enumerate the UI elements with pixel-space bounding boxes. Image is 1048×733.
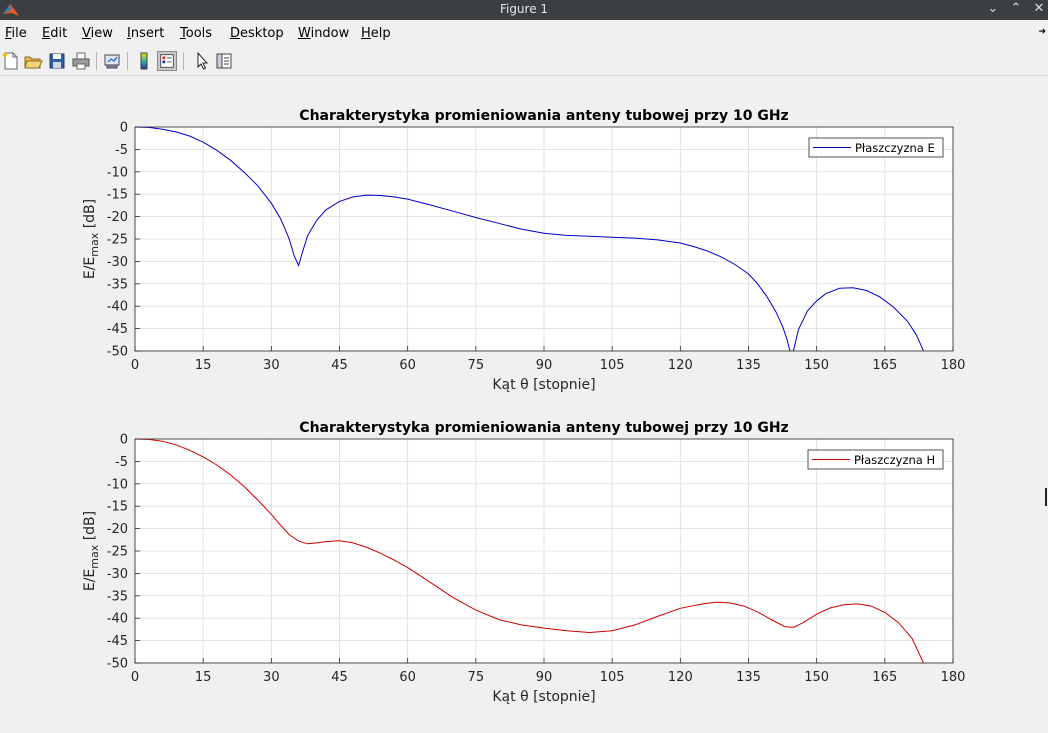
x-tick-label: 165 — [872, 358, 897, 373]
y-tick-label: -50 — [107, 657, 128, 672]
menu-bar: File Edit View Insert Tools Desktop Wind… — [0, 21, 1048, 45]
subplot-h-plane[interactable]: Charakterystyka promieniowania anteny tu… — [82, 420, 965, 705]
x-axis-label: Kąt θ [stopnie] — [492, 377, 595, 393]
window-title: Figure 1 — [499, 2, 549, 16]
y-axis-label: E/Emax [dB] — [82, 199, 101, 279]
save-icon[interactable] — [47, 51, 67, 71]
legend-label: Płaszczyzna H — [854, 453, 935, 467]
y-tick-label: 0 — [120, 121, 128, 136]
link-plot-icon[interactable] — [102, 51, 122, 71]
x-tick-label: 15 — [195, 670, 212, 685]
menu-edit[interactable]: Edit — [42, 26, 67, 41]
legend[interactable]: Płaszczyzna E — [808, 137, 944, 158]
y-tick-label: -45 — [107, 322, 128, 337]
x-tick-label: 150 — [804, 670, 829, 685]
y-tick-label: -5 — [115, 143, 128, 158]
toolbar-separator — [183, 52, 184, 70]
figure-toolbar — [0, 48, 1048, 76]
x-tick-label: 105 — [600, 670, 625, 685]
x-tick-label: 120 — [668, 358, 693, 373]
x-tick-label: 45 — [331, 358, 348, 373]
x-tick-label: 90 — [536, 670, 553, 685]
y-tick-label: -25 — [107, 545, 128, 560]
print-icon[interactable] — [71, 51, 91, 71]
y-tick-label: -20 — [107, 210, 128, 225]
new-figure-icon[interactable] — [1, 51, 21, 71]
y-tick-label: -10 — [107, 165, 128, 180]
x-tick-label: 30 — [263, 670, 280, 685]
menu-help[interactable]: Help — [361, 26, 391, 41]
y-tick-label: -30 — [107, 255, 128, 270]
x-tick-label: 105 — [600, 358, 625, 373]
x-tick-label: 135 — [736, 358, 761, 373]
x-tick-label: 180 — [941, 358, 966, 373]
figure-canvas: Charakterystyka promieniowania anteny tu… — [82, 108, 965, 705]
close-icon[interactable]: ✕ — [1028, 0, 1048, 20]
edit-plot-icon[interactable] — [192, 51, 212, 71]
chart-title: Charakterystyka promieniowania anteny tu… — [299, 108, 788, 124]
x-tick-label: 75 — [468, 358, 485, 373]
menu-file[interactable]: File — [5, 26, 27, 41]
x-tick-label: 30 — [263, 358, 280, 373]
x-tick-label: 180 — [941, 670, 966, 685]
x-tick-label: 0 — [131, 358, 139, 373]
menu-window[interactable]: Window — [298, 26, 349, 41]
menu-insert[interactable]: Insert — [127, 26, 164, 41]
x-axis-label: Kąt θ [stopnie] — [492, 689, 595, 705]
x-tick-label: 165 — [872, 670, 897, 685]
y-tick-label: -15 — [107, 500, 128, 515]
legend-label: Płaszczyzna E — [855, 141, 935, 155]
legend-icon[interactable] — [157, 51, 177, 71]
legend[interactable]: Płaszczyzna H — [807, 449, 944, 470]
chart-title: Charakterystyka promieniowania anteny tu… — [299, 420, 788, 436]
menu-desktop[interactable]: Desktop — [230, 26, 284, 41]
y-tick-label: -25 — [107, 233, 128, 248]
y-tick-label: -10 — [107, 477, 128, 492]
y-tick-label: -35 — [107, 277, 128, 292]
x-tick-label: 45 — [331, 670, 348, 685]
y-axis-label: E/Emax [dB] — [82, 511, 101, 591]
x-tick-label: 60 — [399, 670, 416, 685]
x-tick-label: 120 — [668, 670, 693, 685]
x-tick-label: 135 — [736, 670, 761, 685]
menu-view[interactable]: View — [82, 26, 113, 41]
maximize-icon[interactable]: ⌃ — [1005, 0, 1027, 20]
minimize-icon[interactable]: ⌄ — [982, 0, 1004, 20]
mouse-cursor-icon — [1045, 488, 1047, 506]
x-tick-label: 150 — [804, 358, 829, 373]
property-inspector-icon[interactable] — [214, 51, 234, 71]
toolbar-separator — [96, 52, 97, 70]
subplot-e-plane[interactable]: Charakterystyka promieniowania anteny tu… — [82, 108, 965, 393]
y-tick-label: -30 — [107, 567, 128, 582]
y-tick-label: -45 — [107, 634, 128, 649]
x-tick-label: 0 — [131, 670, 139, 685]
window-titlebar: Figure 1 ⌄ ⌃ ✕ — [0, 0, 1048, 20]
y-tick-label: -35 — [107, 589, 128, 604]
toolbar-separator — [127, 52, 128, 70]
x-tick-label: 75 — [468, 670, 485, 685]
menu-overflow-arrow-icon[interactable]: ➜ — [1038, 27, 1046, 37]
y-tick-label: -20 — [107, 522, 128, 537]
x-tick-label: 15 — [195, 358, 212, 373]
y-tick-label: -5 — [115, 455, 128, 470]
y-tick-label: -40 — [107, 612, 128, 627]
y-tick-label: -40 — [107, 300, 128, 315]
x-tick-label: 90 — [536, 358, 553, 373]
open-file-icon[interactable] — [23, 51, 43, 71]
y-tick-label: -15 — [107, 188, 128, 203]
menu-tools[interactable]: Tools — [180, 26, 212, 41]
y-tick-label: 0 — [120, 433, 128, 448]
y-tick-label: -50 — [107, 345, 128, 360]
x-tick-label: 60 — [399, 358, 416, 373]
colorbar-icon[interactable] — [134, 51, 154, 71]
